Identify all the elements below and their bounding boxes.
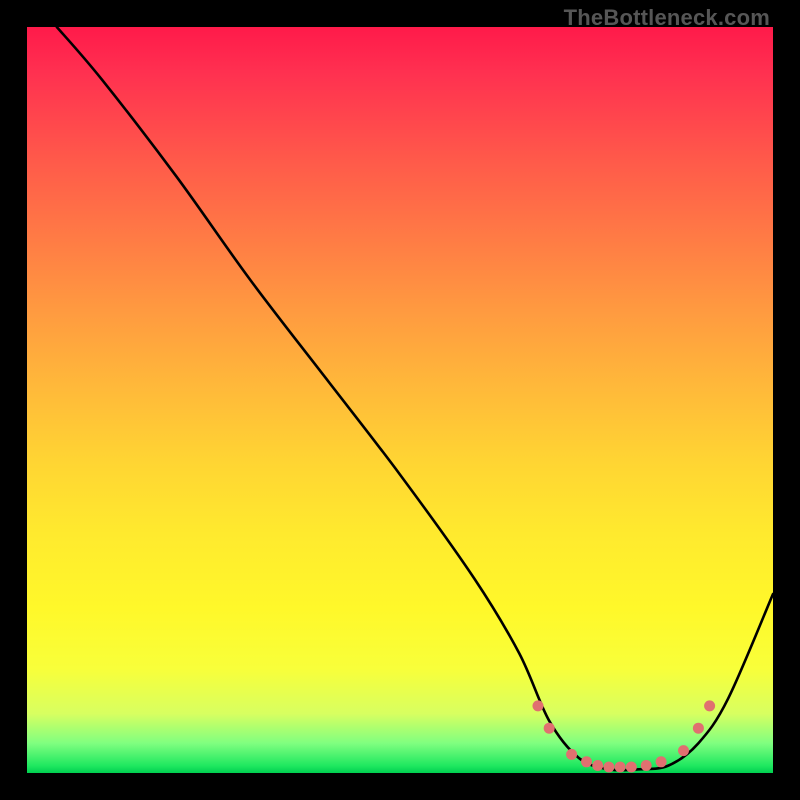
bottleneck-curve bbox=[57, 27, 773, 770]
optimal-marker-dot bbox=[626, 762, 637, 773]
watermark-text: TheBottleneck.com bbox=[564, 5, 770, 31]
optimal-marker-dot bbox=[615, 762, 626, 773]
optimal-marker-dot bbox=[704, 700, 715, 711]
optimal-marker-dot bbox=[693, 723, 704, 734]
chart-frame: TheBottleneck.com bbox=[0, 0, 800, 800]
optimal-marker-dot bbox=[603, 762, 614, 773]
optimal-marker-dot bbox=[581, 756, 592, 767]
optimal-marker-dot bbox=[678, 745, 689, 756]
optimal-marker-dot bbox=[656, 756, 667, 767]
optimal-marker-dot bbox=[544, 723, 555, 734]
plot-area bbox=[27, 27, 773, 773]
optimal-marker-dot bbox=[566, 749, 577, 760]
optimal-marker-dot bbox=[641, 760, 652, 771]
optimal-marker-dot bbox=[533, 700, 544, 711]
optimal-marker-dot bbox=[592, 760, 603, 771]
curve-layer bbox=[27, 27, 773, 773]
